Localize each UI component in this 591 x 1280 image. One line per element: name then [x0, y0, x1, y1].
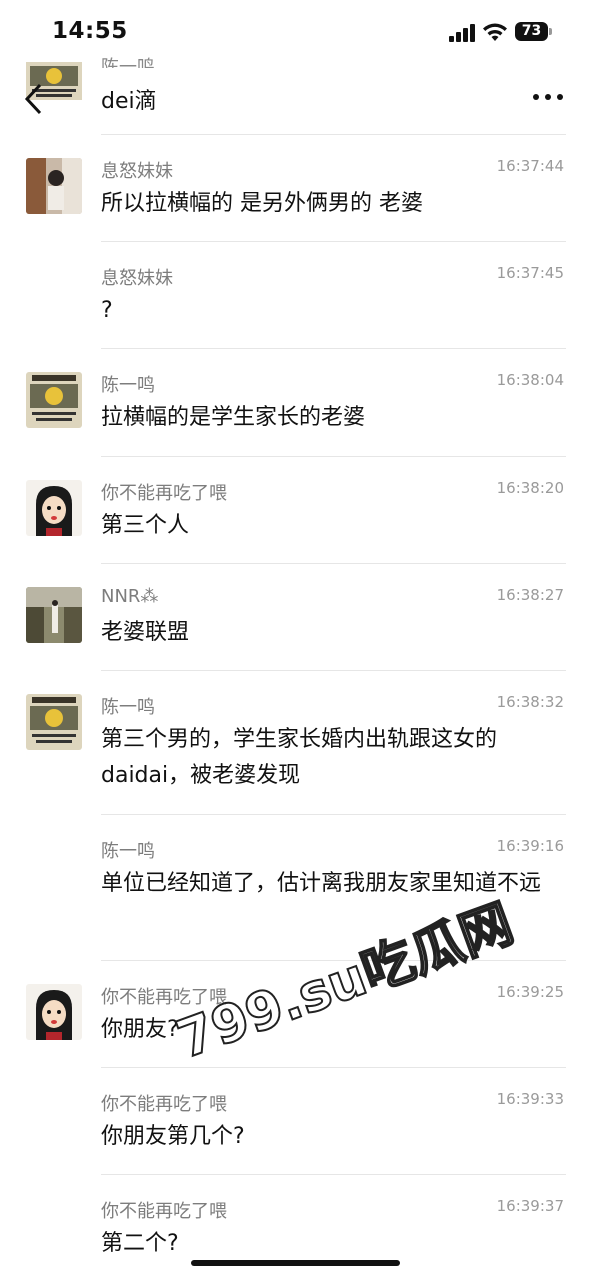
chat-record-header: 陈一鸣 dei滴 [0, 57, 591, 134]
sender-name: NNR⁂ [101, 586, 159, 607]
timestamp: 16:37:44 [496, 157, 564, 175]
avatar[interactable] [26, 158, 82, 214]
timestamp: 16:38:27 [496, 586, 564, 604]
battery-tip [549, 28, 552, 35]
timestamp: 16:39:33 [496, 1090, 564, 1108]
list-item[interactable]: 息怒妹妹 16:37:44 所以拉横幅的 是另外俩男的 老婆 [0, 135, 591, 241]
message-text: 第二个? [101, 1231, 179, 1256]
message-text: dei滴 [101, 89, 157, 114]
sender-name: 你不能再吃了喂 [101, 1201, 227, 1222]
message-text: 你朋友第几个? [101, 1124, 245, 1149]
timestamp: 16:38:20 [496, 479, 564, 497]
sender-name: 你不能再吃了喂 [101, 483, 227, 504]
message-text: 所以拉横幅的 是另外俩男的 老婆 [101, 191, 423, 216]
avatar[interactable] [26, 372, 82, 428]
sender-name: 陈一鸣 [101, 57, 155, 68]
timestamp: 16:39:37 [496, 1197, 564, 1215]
status-time: 14:55 [52, 18, 128, 44]
avatar[interactable] [26, 694, 82, 750]
message-text: 老婆联盟 [101, 620, 190, 645]
sender-name: 陈一鸣 [101, 697, 155, 718]
cellular-signal-icon [449, 24, 476, 42]
list-item[interactable]: 你不能再吃了喂 16:38:20 第三个人 [0, 457, 591, 563]
sender-name: 陈一鸣 [101, 841, 155, 862]
message-text: ? [101, 298, 113, 323]
timestamp: 16:39:25 [496, 983, 564, 1001]
more-options-icon[interactable] [533, 94, 563, 102]
avatar[interactable] [26, 587, 82, 643]
sender-name: 息怒妹妹 [101, 268, 173, 289]
battery-icon: 73 [515, 22, 548, 41]
timestamp: 16:39:16 [496, 837, 564, 855]
sender-name: 陈一鸣 [101, 375, 155, 396]
list-item[interactable]: 息怒妹妹 16:37:45 ? [0, 242, 591, 348]
sender-name: 息怒妹妹 [101, 161, 173, 182]
avatar[interactable] [26, 480, 82, 536]
list-item[interactable]: 你不能再吃了喂 16:39:33 你朋友第几个? [0, 1068, 591, 1174]
timestamp: 16:38:04 [496, 371, 564, 389]
home-indicator[interactable] [191, 1260, 400, 1266]
status-bar: 14:55 73 [0, 0, 591, 62]
timestamp: 16:38:32 [496, 693, 564, 711]
sender-name: 你不能再吃了喂 [101, 1094, 227, 1115]
back-arrow-icon[interactable] [22, 82, 44, 116]
list-item[interactable]: NNR⁂ 16:38:27 老婆联盟 [0, 564, 591, 670]
message-text: 拉横幅的是学生家长的老婆 [101, 405, 366, 430]
avatar[interactable] [26, 984, 82, 1040]
timestamp: 16:37:45 [496, 264, 564, 282]
message-text: 第三个人 [101, 513, 190, 538]
wifi-icon [483, 23, 507, 41]
list-item[interactable]: 陈一鸣 16:38:32 第三个男的，学生家长婚内出轨跟这女的daidai，被老… [0, 671, 591, 814]
list-item[interactable]: 陈一鸣 16:38:04 拉横幅的是学生家长的老婆 [0, 349, 591, 455]
message-text: 第三个男的，学生家长婚内出轨跟这女的daidai，被老婆发现 [101, 727, 498, 788]
